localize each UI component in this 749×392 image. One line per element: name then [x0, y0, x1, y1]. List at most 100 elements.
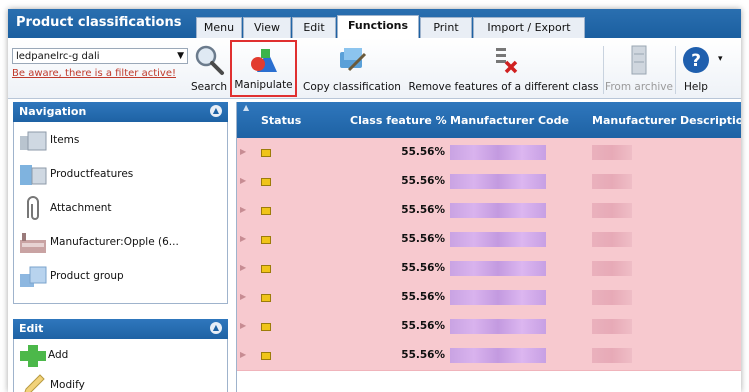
table-row[interactable]: ▶ 55.56%: [237, 225, 741, 255]
table-row[interactable]: ▶ 55.56%: [237, 283, 741, 313]
svg-text:?: ?: [691, 51, 701, 71]
help-button[interactable]: ? Help: [676, 40, 716, 97]
row-expander-icon[interactable]: ▶: [240, 263, 246, 272]
tab-functions[interactable]: Functions: [337, 15, 419, 39]
search-label: Search: [190, 81, 228, 93]
plus-icon: [20, 345, 46, 367]
nav-item-attachment[interactable]: Attachment: [14, 194, 227, 224]
productfeatures-icon: [20, 165, 47, 185]
table-row[interactable]: ▶ 55.56%: [237, 254, 741, 284]
edit-item-add[interactable]: Add: [14, 341, 227, 371]
navigation-title: Navigation: [19, 105, 87, 118]
manufacturer-description-redacted: [592, 203, 632, 218]
edit-list: Add Modify: [13, 339, 228, 392]
manipulate-icon: [250, 49, 277, 72]
table-row[interactable]: ▶ 55.56%: [237, 167, 741, 197]
nav-item-label: Items: [50, 134, 80, 146]
archive-icon: [631, 45, 647, 75]
column-header-status[interactable]: Status: [261, 114, 301, 127]
manipulate-button[interactable]: Manipulate: [230, 40, 297, 97]
column-header-manufacturer-code[interactable]: Manufacturer Code: [450, 114, 569, 127]
nav-item-label: Manufacturer:Opple (6...: [50, 236, 179, 248]
remove-features-label: Remove features of a different class: [408, 81, 599, 93]
tab-print[interactable]: Print: [420, 17, 472, 39]
sort-ascending-icon[interactable]: ▲: [243, 103, 249, 112]
manufacturer-description-redacted: [592, 319, 632, 334]
collapse-navigation-icon[interactable]: ▲: [210, 105, 222, 117]
grid-header: ▲ Status Class feature % Manufacturer Co…: [237, 102, 741, 138]
row-expander-icon[interactable]: ▶: [240, 176, 246, 185]
status-indicator-icon: [261, 236, 271, 244]
help-label: Help: [684, 81, 708, 93]
status-indicator-icon: [261, 265, 271, 273]
status-indicator-icon: [261, 352, 271, 360]
edit-item-label: Modify: [50, 379, 85, 391]
class-feature-value: 55.56%: [401, 349, 445, 361]
paperclip-icon: [27, 196, 39, 220]
class-feature-value: 55.56%: [401, 320, 445, 332]
nav-item-manufacturer[interactable]: Manufacturer:Opple (6...: [14, 228, 227, 258]
nav-item-label: Productfeatures: [50, 168, 134, 180]
tab-menu[interactable]: Menu: [196, 17, 242, 39]
copy-classification-button[interactable]: Copy classification: [299, 40, 405, 97]
table-row[interactable]: ▶ 55.56%: [237, 341, 741, 371]
navigation-header: Navigation ▲: [13, 102, 228, 122]
left-panel: Navigation ▲ Items Productfeatures Attac…: [13, 102, 228, 392]
column-header-class-feature[interactable]: Class feature %: [350, 114, 447, 127]
collapse-edit-icon[interactable]: ▲: [210, 322, 222, 334]
remove-features-icon: [495, 48, 517, 74]
items-icon: [20, 131, 47, 151]
copy-classification-icon: [340, 48, 367, 72]
manufacturer-code-redacted: [450, 145, 546, 160]
copy-classification-label: Copy classification: [303, 81, 401, 93]
status-indicator-icon: [261, 294, 271, 302]
tab-edit[interactable]: Edit: [292, 17, 336, 39]
remove-features-button[interactable]: Remove features of a different class: [406, 40, 601, 97]
table-row[interactable]: ▶ 55.56%: [237, 138, 741, 168]
manufacturer-code-redacted: [450, 232, 546, 247]
edit-title: Edit: [19, 322, 44, 335]
nav-item-productfeatures[interactable]: Productfeatures: [14, 160, 227, 190]
manufacturer-code-redacted: [450, 261, 546, 276]
class-feature-value: 55.56%: [401, 262, 445, 274]
factory-icon: [20, 233, 46, 253]
app-window: Product classifications Menu View Edit F…: [8, 9, 741, 392]
navigation-list: Items Productfeatures Attachment Manufac…: [13, 122, 228, 304]
magnifier-icon: [195, 45, 224, 75]
from-archive-button[interactable]: From archive: [604, 40, 674, 97]
search-button[interactable]: Search: [188, 40, 230, 97]
edit-item-modify[interactable]: Modify: [14, 371, 227, 392]
column-header-manufacturer-description[interactable]: Manufacturer Description: [592, 114, 741, 127]
app-title: Product classifications: [16, 15, 182, 30]
help-dropdown-icon[interactable]: ▾: [718, 54, 723, 64]
table-row[interactable]: ▶ 55.56%: [237, 196, 741, 226]
manufacturer-description-redacted: [592, 348, 632, 363]
manufacturer-code-redacted: [450, 290, 546, 305]
status-indicator-icon: [261, 178, 271, 186]
manufacturer-description-redacted: [592, 145, 632, 160]
row-expander-icon[interactable]: ▶: [240, 321, 246, 330]
row-expander-icon[interactable]: ▶: [240, 147, 246, 156]
class-feature-value: 55.56%: [401, 146, 445, 158]
classification-selector[interactable]: ledpanelrc-g dali ▼: [12, 48, 188, 64]
manufacturer-description-redacted: [592, 174, 632, 189]
nav-item-items[interactable]: Items: [14, 126, 227, 156]
manufacturer-code-redacted: [450, 203, 546, 218]
tab-import-export[interactable]: Import / Export: [473, 17, 585, 39]
row-expander-icon[interactable]: ▶: [240, 234, 246, 243]
dropdown-arrow-icon[interactable]: ▼: [177, 49, 184, 64]
classification-selector-value: ledpanelrc-g dali: [16, 51, 100, 62]
row-expander-icon[interactable]: ▶: [240, 292, 246, 301]
status-indicator-icon: [261, 207, 271, 215]
ribbon-toolbar: ledpanelrc-g dali ▼ Be aware, there is a…: [8, 38, 741, 99]
tab-view[interactable]: View: [243, 17, 291, 39]
table-row[interactable]: ▶ 55.56%: [237, 312, 741, 342]
edit-header: Edit ▲: [13, 319, 228, 339]
row-expander-icon[interactable]: ▶: [240, 205, 246, 214]
row-expander-icon[interactable]: ▶: [240, 350, 246, 359]
nav-item-label: Attachment: [50, 202, 112, 214]
manufacturer-description-redacted: [592, 261, 632, 276]
title-bar: Product classifications Menu View Edit F…: [8, 9, 741, 39]
nav-item-product-group[interactable]: Product group: [14, 262, 227, 292]
filter-warning-link[interactable]: Be aware, there is a filter active!: [12, 68, 182, 79]
